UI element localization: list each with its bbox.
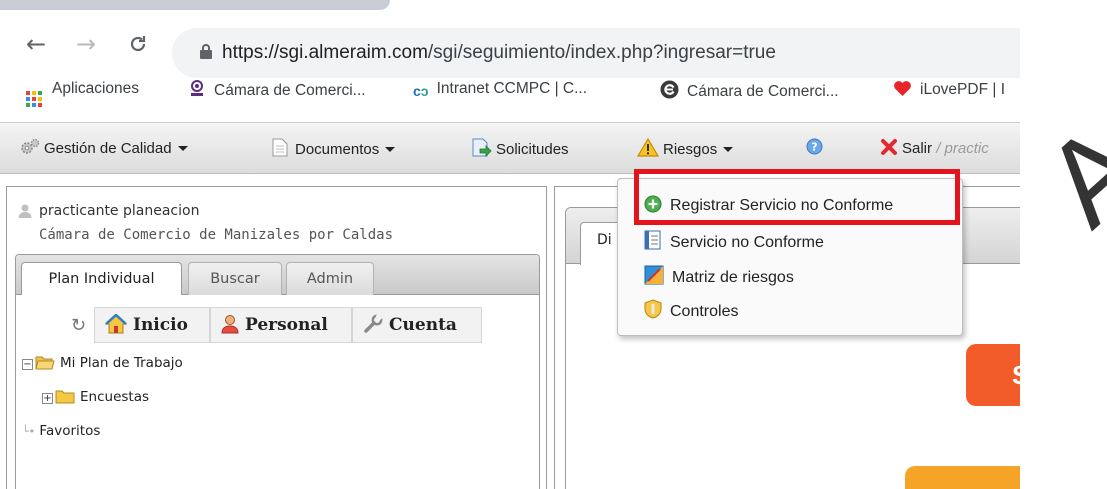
chamber-logo-icon xyxy=(188,80,206,103)
browser-toolbar: ← → https://sgi.almeraim.com/sgi/seguimi… xyxy=(0,14,1020,78)
tree-node-favoritos[interactable]: └• Favoritos xyxy=(22,423,100,439)
menu-item-matriz-riesgos[interactable]: Matriz de riesgos xyxy=(644,265,794,290)
tree-node-mi-plan[interactable]: − Mi Plan de Trabajo xyxy=(22,355,183,374)
forward-arrow-icon[interactable]: → xyxy=(76,32,96,56)
tab-admin[interactable]: Admin xyxy=(286,262,374,296)
lock-icon[interactable] xyxy=(200,44,212,60)
orange-tile[interactable]: S xyxy=(966,344,1029,406)
help-icon: ? xyxy=(806,138,823,159)
bookmark-intranet[interactable]: cɔ Intranet CCMPC | C... xyxy=(413,80,587,99)
reload-icon[interactable] xyxy=(128,34,148,56)
collapse-icon[interactable]: − xyxy=(22,359,33,370)
bookmark-camara-1[interactable]: Cámara de Comerci... xyxy=(188,80,366,103)
tab-buscar[interactable]: Buscar xyxy=(188,262,282,296)
intranet-logo-icon: cɔ xyxy=(413,83,429,99)
shield-icon xyxy=(644,299,662,324)
user-role-text: / practic xyxy=(936,140,989,157)
menu-documentos[interactable]: Documentos xyxy=(272,138,396,161)
menu-item-controles[interactable]: Controles xyxy=(644,299,738,324)
folder-open-icon xyxy=(35,355,55,374)
user-icon xyxy=(17,203,33,219)
heart-icon xyxy=(893,80,912,102)
close-x-icon xyxy=(880,138,898,160)
menu-salir[interactable]: Salir / practic xyxy=(880,138,989,160)
menu-riesgos[interactable]: Riesgos xyxy=(636,137,734,161)
tabs-header: Plan Individual Buscar Admin xyxy=(16,255,539,297)
inicio-button[interactable]: Inicio xyxy=(94,307,210,343)
person-icon xyxy=(221,312,239,346)
user-name: practicante planeacion xyxy=(39,203,200,219)
gears-icon xyxy=(20,138,40,160)
refresh-icon[interactable]: ↻ xyxy=(71,315,86,336)
plan-toolbar: ↻ Inicio Personal Cuenta − Mi Plan de Tr… xyxy=(16,295,539,489)
tabs-container: Plan Individual Buscar Admin ↻ Inicio Pe… xyxy=(15,254,540,489)
tab-plan-individual[interactable]: Plan Individual xyxy=(21,262,182,297)
bookmark-ilovepdf[interactable]: iLovePDF | I xyxy=(893,80,1005,102)
menu-solicitudes[interactable]: Solicitudes xyxy=(472,138,569,161)
address-bar[interactable]: https://sgi.almeraim.com/sgi/seguimiento… xyxy=(172,28,1020,78)
chamber-circle-icon xyxy=(660,80,679,104)
menu-item-servicio-no-conforme[interactable]: Servicio no Conforme xyxy=(644,230,824,255)
chevron-down-icon xyxy=(723,147,734,152)
user-organization: Cámara de Comercio de Manizales por Cald… xyxy=(39,227,394,243)
watermark-clip: A xyxy=(1020,0,1107,489)
url-text[interactable]: https://sgi.almeraim.com/sgi/seguimiento… xyxy=(222,42,776,64)
amber-tile[interactable] xyxy=(905,466,1020,489)
bookmarks-bar: Aplicaciones Cámara de Comerci... cɔ Intr… xyxy=(0,72,1020,108)
watermark-letter: A xyxy=(1020,100,1107,252)
matrix-chart-icon xyxy=(644,265,664,290)
document-icon xyxy=(272,138,288,161)
svg-text:?: ? xyxy=(811,141,817,154)
bookmark-apps[interactable]: Aplicaciones xyxy=(26,80,139,107)
highlight-annotation xyxy=(634,169,960,225)
cuenta-button[interactable]: Cuenta xyxy=(352,307,482,343)
back-arrow-icon[interactable]: ← xyxy=(26,32,46,56)
folder-icon xyxy=(55,389,75,408)
apps-grid-icon xyxy=(26,91,42,107)
solicitudes-icon xyxy=(472,138,492,161)
tree-node-encuestas[interactable]: + Encuestas xyxy=(42,389,149,408)
bookmark-camara-2[interactable]: Cámara de Comerci... xyxy=(660,80,839,104)
wrench-icon xyxy=(363,312,383,346)
menu-gestion-calidad[interactable]: Gestión de Calidad xyxy=(20,138,188,160)
left-panel: practicante planeacion Cámara de Comerci… xyxy=(6,186,547,489)
app-menubar: Gestión de Calidad Documentos Solicitude… xyxy=(0,122,1020,174)
warning-icon xyxy=(636,137,660,161)
form-icon xyxy=(644,230,662,255)
chevron-down-icon xyxy=(177,146,188,151)
personal-button[interactable]: Personal xyxy=(210,307,352,343)
browser-tab-strip xyxy=(0,0,390,10)
chevron-down-icon xyxy=(385,147,396,152)
help-button[interactable]: ? xyxy=(806,138,823,159)
expand-icon[interactable]: + xyxy=(42,393,53,404)
home-icon xyxy=(104,312,128,346)
